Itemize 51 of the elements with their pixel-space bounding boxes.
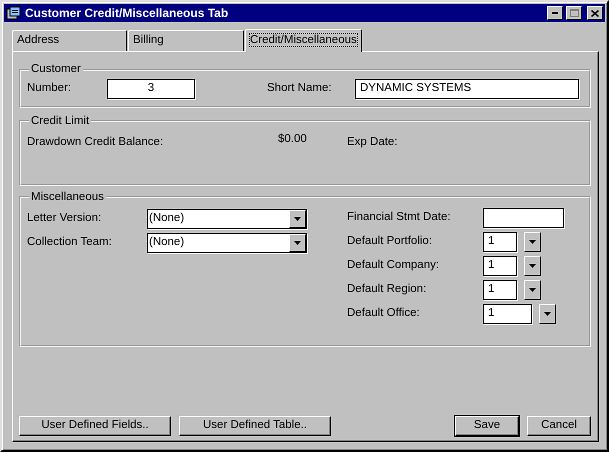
caret-icon [529, 240, 536, 244]
group-title: Credit Limit [30, 116, 90, 127]
field-label: Default Company: [347, 259, 440, 273]
close-button[interactable] [587, 6, 603, 20]
group-title: Customer [30, 64, 82, 76]
caret-icon [294, 216, 301, 220]
field-label: Drawdown Credit Balance: [27, 136, 164, 150]
window-icon [6, 6, 22, 20]
field-label: Default Region: [347, 283, 428, 297]
field-label: Default Portfolio: [347, 235, 434, 249]
action-button[interactable]: Save [455, 416, 519, 436]
field-label: Letter Version: [27, 212, 102, 226]
value-field[interactable]: 1 [483, 232, 517, 252]
tab[interactable]: Credit/Miscellaneous [245, 29, 362, 52]
dropdown-button[interactable] [539, 304, 556, 324]
maximize-button[interactable] [566, 6, 582, 20]
dropdown-button[interactable] [524, 280, 541, 300]
minimize-button[interactable] [547, 6, 563, 20]
short-name-field[interactable]: DYNAMIC SYSTEMS [355, 78, 579, 98]
date-field[interactable] [483, 208, 564, 228]
value-field[interactable]: 1 [483, 304, 532, 324]
number-field[interactable]: 3 [107, 78, 195, 98]
dropdown-button[interactable] [524, 256, 541, 276]
field-label: Collection Team: [27, 236, 113, 250]
caret-icon [529, 264, 536, 268]
field-label: Short Name: [267, 82, 333, 96]
field-label: Exp Date: [347, 136, 398, 150]
value-field[interactable]: 1 [483, 256, 517, 276]
action-button[interactable]: User Defined Fields.. [19, 416, 171, 436]
window-title: Customer Credit/Miscellaneous Tab [25, 6, 228, 20]
dropdown-button[interactable] [289, 210, 306, 228]
field-label: Financial Stmt Date: [347, 211, 452, 225]
close-icon [591, 10, 599, 16]
balance-value: $0.00 [278, 133, 308, 147]
group-title: Miscellaneous [30, 192, 105, 203]
dropdown-button[interactable] [524, 232, 541, 252]
value-field[interactable]: 1 [483, 280, 517, 300]
action-button[interactable]: User Defined Table.. [179, 416, 331, 436]
minimize-icon [552, 12, 558, 14]
dropdown-button[interactable] [289, 234, 306, 252]
dropdown-field[interactable]: (None) [147, 208, 307, 228]
maximize-icon [570, 9, 578, 17]
action-button[interactable]: Cancel [527, 416, 591, 436]
caret-icon [294, 241, 301, 245]
caret-icon [529, 288, 536, 292]
tab[interactable]: Billing [128, 30, 244, 51]
caret-icon [544, 312, 551, 316]
tab[interactable]: Address [12, 30, 127, 51]
field-label: Number: [27, 82, 72, 96]
dropdown-field[interactable]: (None) [147, 233, 307, 253]
field-label: Default Office: [347, 307, 421, 321]
